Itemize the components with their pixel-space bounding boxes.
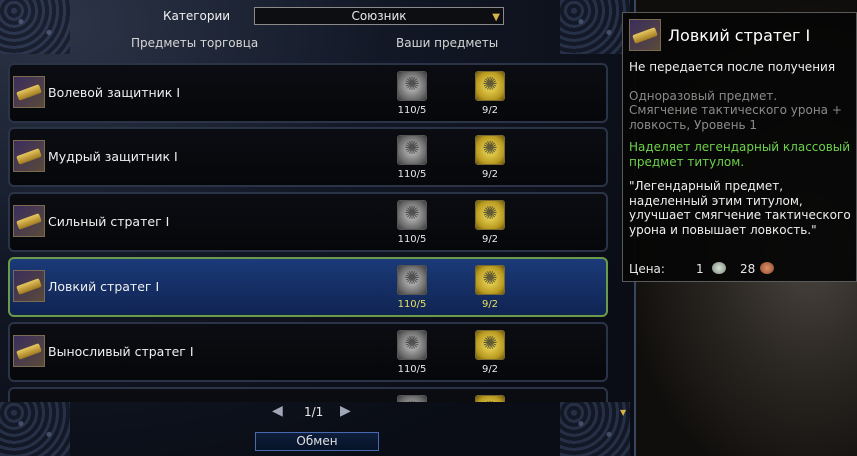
triangle-left-icon[interactable]: ◀ bbox=[272, 403, 283, 419]
list-item[interactable]: Мудрый защитник I 110/5 9/2 bbox=[8, 127, 608, 187]
scroll-item-icon bbox=[13, 140, 45, 172]
gold-token-icon bbox=[475, 395, 505, 402]
gold-token-icon bbox=[475, 71, 505, 101]
tooltip-effect: Смягчение тактического урона + ловкость,… bbox=[629, 103, 842, 132]
scroll-item-icon bbox=[13, 76, 45, 108]
triangle-right-icon[interactable]: ▶ bbox=[340, 403, 351, 419]
price-silver: 1 bbox=[696, 262, 704, 276]
cost-silver: 110/5 bbox=[397, 169, 427, 180]
price-copper: 28 bbox=[740, 262, 756, 276]
cost-gold: 9/2 bbox=[481, 364, 499, 375]
cost-gold: 9/2 bbox=[481, 105, 499, 116]
silver-token-icon bbox=[397, 265, 427, 295]
tooltip-purpose: Наделяет легендарный классовый предмет т… bbox=[629, 140, 851, 169]
corner-ornament bbox=[0, 402, 70, 456]
tooltip-price: Цена: 1 28 bbox=[629, 262, 855, 278]
cost-gold: 9/2 bbox=[481, 234, 499, 245]
list-item[interactable]: Сильный стратег I 110/5 9/2 bbox=[8, 192, 608, 252]
list-item[interactable]: Выносливый стратег I 110/5 9/2 bbox=[8, 322, 608, 382]
tooltip-binding: Не передается после получения bbox=[629, 60, 836, 74]
exchange-button[interactable]: Обмен bbox=[255, 432, 379, 451]
tooltip-type: Одноразовый предмет. bbox=[629, 89, 778, 103]
silver-token-icon bbox=[397, 71, 427, 101]
category-value: Союзник bbox=[351, 9, 407, 23]
scroll-item-icon bbox=[13, 270, 45, 302]
item-name: Выносливый стратег I bbox=[48, 344, 194, 359]
pagination: ◀ 1/1 ▶ bbox=[272, 403, 362, 421]
item-name: Сильный стратег I bbox=[48, 214, 170, 229]
silver-token-icon bbox=[397, 135, 427, 165]
item-list: Волевой защитник I 110/5 9/2 Мудрый защи… bbox=[8, 60, 610, 402]
item-name: Мудрый защитник I bbox=[48, 149, 178, 164]
item-tooltip: Ловкий стратег I Не передается после пол… bbox=[622, 12, 857, 282]
silver-token-icon bbox=[397, 330, 427, 360]
cost-silver: 110/5 bbox=[397, 105, 427, 116]
list-item-partial[interactable] bbox=[8, 387, 608, 402]
category-label: Категории bbox=[163, 9, 231, 23]
column-header-vendor: Предметы торговца bbox=[131, 36, 259, 50]
scroll-item-icon bbox=[13, 335, 45, 367]
item-name: Волевой защитник I bbox=[48, 85, 181, 100]
gold-token-icon bbox=[475, 135, 505, 165]
silver-coin-icon bbox=[712, 262, 726, 274]
item-name: Ловкий стратег I bbox=[48, 279, 160, 294]
chevron-down-icon[interactable]: ▼ bbox=[492, 10, 500, 26]
tooltip-description: "Легендарный предмет, наделенный этим ти… bbox=[629, 179, 851, 237]
price-label: Цена: bbox=[629, 262, 665, 276]
silver-token-icon bbox=[397, 395, 427, 402]
cost-silver: 110/5 bbox=[397, 299, 427, 310]
silver-token-icon bbox=[397, 200, 427, 230]
cost-gold: 9/2 bbox=[481, 169, 499, 180]
gold-token-icon bbox=[475, 330, 505, 360]
list-item[interactable]: Волевой защитник I 110/5 9/2 bbox=[8, 63, 608, 123]
scroll-item-icon bbox=[13, 205, 45, 237]
tooltip-title: Ловкий стратег I bbox=[668, 26, 811, 45]
category-dropdown[interactable]: Союзник ▼ bbox=[254, 7, 504, 25]
vendor-window: Категории Союзник ▼ Предметы торговца Ва… bbox=[0, 0, 636, 456]
cost-gold: 9/2 bbox=[481, 299, 499, 310]
copper-coin-icon bbox=[760, 262, 774, 274]
cost-silver: 110/5 bbox=[397, 234, 427, 245]
list-item-selected[interactable]: Ловкий стратег I 110/5 9/2 bbox=[8, 257, 608, 317]
filter-bar: Категории Союзник ▼ Предметы торговца Ва… bbox=[0, 0, 636, 58]
cost-silver: 110/5 bbox=[397, 364, 427, 375]
column-header-yours: Ваши предметы bbox=[396, 36, 499, 50]
gold-token-icon bbox=[475, 200, 505, 230]
page-indicator: 1/1 bbox=[304, 405, 324, 419]
scroll-item-icon bbox=[629, 19, 661, 51]
scroll-down-icon[interactable]: ▼ bbox=[620, 408, 626, 417]
gold-token-icon bbox=[475, 265, 505, 295]
